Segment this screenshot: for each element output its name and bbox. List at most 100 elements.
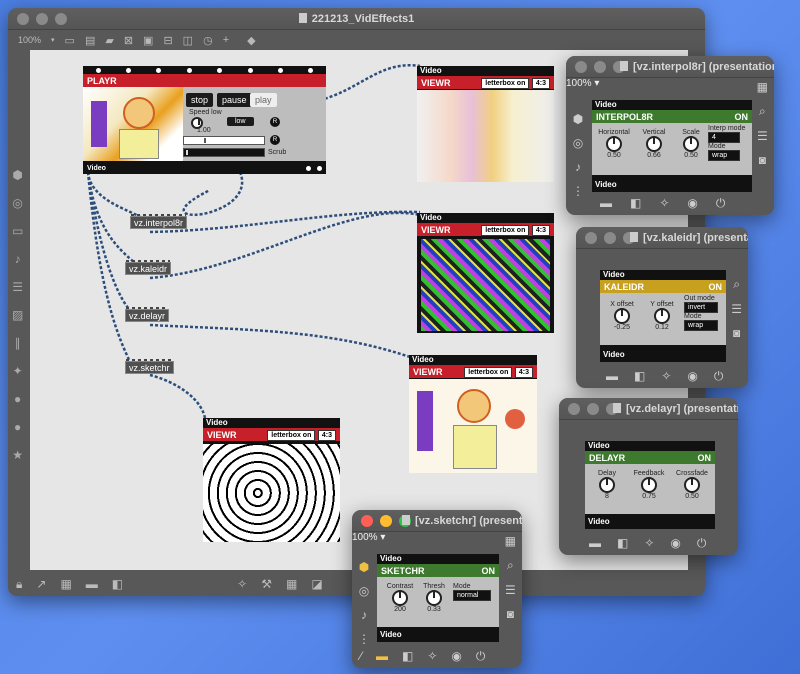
inlet-dot[interactable] [217, 67, 223, 73]
position-slider[interactable] [183, 136, 265, 145]
delayr-device[interactable]: Video DELAYR ON Delay 8 Feedback 0.75 Cross… [585, 441, 715, 529]
windows-icon[interactable]: ◧ [402, 649, 413, 663]
close-button[interactable] [568, 402, 580, 415]
inlet-dot[interactable] [308, 67, 314, 73]
windows-icon[interactable]: ◧ [634, 369, 645, 383]
present-icon[interactable]: ▬ [376, 649, 388, 663]
sparkle-icon[interactable]: ✧ [661, 369, 671, 383]
horizontal-knob[interactable] [606, 136, 622, 152]
feedback-knob[interactable] [641, 477, 657, 493]
pause-button[interactable]: pause [217, 93, 252, 107]
play-button[interactable]: play [250, 93, 277, 107]
list-icon[interactable]: ☰ [505, 583, 516, 597]
patch-object-delayr[interactable]: vz.delayr [125, 307, 170, 322]
inlet-dot[interactable] [247, 67, 253, 73]
minimize-button[interactable] [604, 231, 616, 244]
vertical-knob[interactable] [646, 136, 662, 152]
status-label[interactable]: ON [482, 566, 496, 576]
cube-icon[interactable]: ⬢ [359, 560, 369, 574]
scrub-slider[interactable] [183, 148, 265, 157]
minimize-button[interactable] [587, 402, 599, 415]
viewr-2[interactable]: Video VIEWR letterbox on 4:3 [417, 213, 554, 333]
letterbox-menu[interactable]: letterbox on [464, 366, 513, 378]
power-icon[interactable]: ⏻ [714, 369, 724, 384]
minimize-button[interactable] [594, 60, 606, 73]
r-button[interactable]: R [270, 117, 280, 127]
crossfade-knob[interactable] [684, 477, 700, 493]
low-button[interactable]: low [227, 117, 254, 126]
list-icon[interactable]: ☰ [757, 129, 768, 143]
close-button[interactable] [361, 514, 373, 527]
present-icon[interactable]: ▬ [606, 369, 618, 383]
status-label[interactable]: ON [735, 112, 749, 122]
close-button[interactable] [585, 231, 597, 244]
delay-knob[interactable] [599, 477, 615, 493]
patch-object-sketchr[interactable]: vz.sketchr [125, 359, 174, 374]
x-offset-knob[interactable] [614, 308, 630, 324]
viewr-3[interactable]: Video VIEWR letterbox on 4:3 [409, 355, 537, 473]
zoom-button[interactable] [399, 514, 411, 527]
letterbox-menu[interactable]: letterbox on [481, 77, 530, 89]
camera-icon[interactable]: ◙ [733, 326, 740, 340]
grid-icon[interactable]: ▦ [757, 80, 768, 94]
kaleidr-title-bar[interactable]: [vz.kaleidr] (presentation) [576, 227, 748, 249]
camera-icon[interactable]: ◙ [759, 153, 766, 167]
y-offset-knob[interactable] [654, 308, 670, 324]
search-icon[interactable]: ⌕ [507, 558, 514, 573]
sparkle-icon[interactable]: ✧ [427, 649, 437, 663]
scale-knob[interactable] [683, 136, 699, 152]
interpol8r-title-bar[interactable]: [vz.interpol8r] (presentation) [566, 56, 774, 78]
note-icon[interactable]: ♪ [361, 608, 367, 622]
contrast-knob[interactable] [392, 590, 408, 606]
playr-device[interactable]: PLAYR stop pause play Speed low 1.00 low… [83, 66, 326, 174]
status-label[interactable]: ON [698, 453, 712, 463]
aspect-menu[interactable]: 4:3 [317, 429, 336, 441]
inlet-dot[interactable] [186, 67, 192, 73]
inlet-dot[interactable] [156, 67, 162, 73]
zoom-level[interactable]: 100% [352, 532, 378, 543]
kaleidr-device[interactable]: Video KALEIDR ON X offset -0.25 Y offset 0.… [600, 270, 726, 362]
close-button[interactable] [575, 60, 587, 73]
interpol8r-device[interactable]: Video INTERPOL8R ON Horizontal 0.50 Vertic… [592, 100, 752, 192]
letterbox-menu[interactable]: letterbox on [481, 224, 530, 236]
list-icon[interactable]: ☰ [731, 302, 742, 316]
cpu-icon[interactable]: ◉ [451, 649, 461, 663]
grid-icon[interactable]: ▦ [505, 534, 516, 548]
windows-icon[interactable]: ◧ [630, 196, 641, 210]
cpu-icon[interactable]: ◉ [670, 536, 680, 550]
outlet-dot[interactable] [306, 165, 311, 171]
inlet-dot[interactable] [277, 67, 283, 73]
stop-button[interactable]: stop [186, 93, 214, 107]
status-label[interactable]: ON [709, 282, 723, 292]
patch-object-interpol8r[interactable]: vz.interpol8r [130, 214, 188, 229]
inlet-dot[interactable] [95, 67, 101, 73]
present-icon[interactable]: ▬ [589, 536, 601, 550]
windows-icon[interactable]: ◧ [617, 536, 628, 550]
viewr-4[interactable]: Video VIEWR letterbox on 4:3 [203, 418, 340, 542]
chevron-down-icon[interactable]: ▾ [594, 78, 599, 89]
sparkle-icon[interactable]: ✧ [644, 536, 654, 550]
mode-menu[interactable]: normal [453, 590, 491, 601]
interp-mode-menu[interactable]: 4 [708, 132, 740, 143]
edit-icon[interactable]: ⁄ [360, 649, 362, 663]
zoom-level[interactable]: 100% [566, 78, 592, 89]
zoom-button[interactable] [623, 231, 635, 244]
note-icon[interactable]: ♪ [575, 160, 581, 174]
sparkle-icon[interactable]: ✧ [659, 196, 669, 210]
cube-icon[interactable]: ⬢ [573, 112, 583, 126]
inlet-dot[interactable] [126, 67, 132, 73]
search-icon[interactable]: ⌕ [759, 104, 766, 119]
viewr-1[interactable]: Video VIEWR letterbox on 4:3 [417, 66, 554, 182]
power-icon[interactable]: ⏻ [697, 536, 707, 551]
zoom-button[interactable] [606, 402, 618, 415]
thresh-knob[interactable] [426, 590, 442, 606]
delayr-title-bar[interactable]: [vz.delayr] (presentation) [559, 398, 738, 420]
minimize-button[interactable] [380, 514, 392, 527]
mode-menu[interactable]: wrap [708, 150, 740, 161]
patch-object-kaleidr[interactable]: vz.kaleidr [125, 260, 172, 275]
aspect-menu[interactable]: 4:3 [514, 366, 533, 378]
power-icon[interactable]: ⏻ [716, 196, 726, 211]
zoom-button[interactable] [613, 60, 625, 73]
circle-icon[interactable]: ◎ [359, 584, 369, 598]
search-icon[interactable]: ⌕ [733, 277, 740, 292]
